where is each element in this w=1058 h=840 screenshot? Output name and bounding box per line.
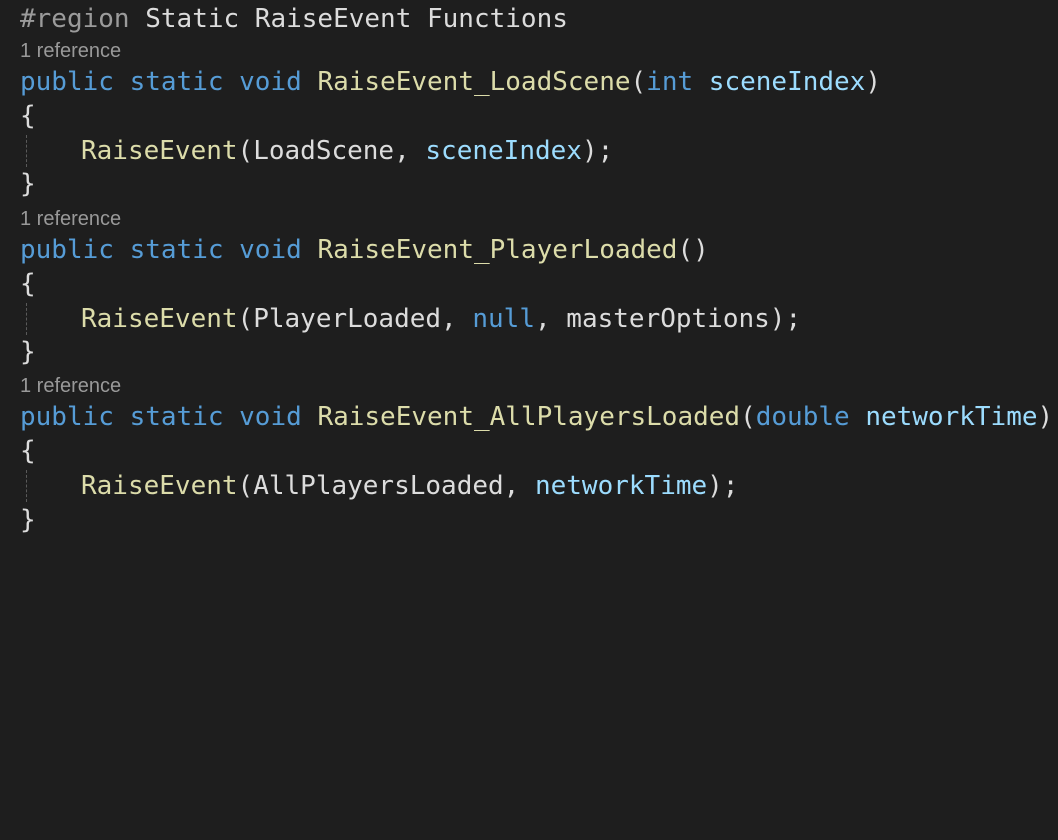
codelens-references[interactable]: 1 reference xyxy=(20,38,121,64)
method-signature: public static void RaiseEvent_PlayerLoad… xyxy=(20,235,709,265)
open-brace: { xyxy=(20,269,36,299)
keyword-void: void xyxy=(239,67,302,97)
call-arg: LoadScene xyxy=(253,136,395,166)
close-brace: } xyxy=(20,337,36,367)
method-name: RaiseEvent_PlayerLoaded xyxy=(317,235,678,265)
method-body-statement: RaiseEvent(LoadScene, sceneIndex); xyxy=(81,136,614,166)
method-signature: public static void RaiseEvent_AllPlayers… xyxy=(20,402,1054,432)
indent-guide xyxy=(26,135,27,167)
param-name: sceneIndex xyxy=(708,67,866,97)
indent-guide xyxy=(26,470,27,502)
call-arg: masterOptions xyxy=(566,304,770,334)
keyword-static: static xyxy=(129,235,224,265)
method-signature: public static void RaiseEvent_LoadScene(… xyxy=(20,67,881,97)
codelens-references[interactable]: 1 reference xyxy=(20,206,121,232)
param-name: networkTime xyxy=(865,402,1038,432)
keyword-public: public xyxy=(20,235,114,265)
method-name: RaiseEvent_LoadScene xyxy=(317,67,631,97)
call-name: RaiseEvent xyxy=(81,471,238,501)
keyword-void: void xyxy=(239,402,302,432)
close-brace: } xyxy=(20,505,36,535)
open-brace: { xyxy=(20,436,36,466)
keyword-public: public xyxy=(20,67,114,97)
indent-guide xyxy=(26,303,27,335)
call-arg: AllPlayersLoaded xyxy=(253,471,504,501)
method-name: RaiseEvent_AllPlayersLoaded xyxy=(317,402,741,432)
param-type: int xyxy=(646,67,694,97)
close-brace: } xyxy=(20,169,36,199)
call-name: RaiseEvent xyxy=(81,304,238,334)
call-name: RaiseEvent xyxy=(81,136,238,166)
region-line: #region Static RaiseEvent Functions xyxy=(20,2,568,36)
open-brace: { xyxy=(20,101,36,131)
region-directive: #region xyxy=(20,4,130,34)
call-arg-param: networkTime xyxy=(534,471,708,501)
keyword-public: public xyxy=(20,402,114,432)
keyword-void: void xyxy=(239,235,302,265)
keyword-static: static xyxy=(129,67,224,97)
param-type: double xyxy=(755,402,850,432)
call-arg: PlayerLoaded xyxy=(253,304,442,334)
code-editor[interactable]: #region Static RaiseEvent Functions 1 re… xyxy=(20,0,1058,538)
method-body-statement: RaiseEvent(AllPlayersLoaded, networkTime… xyxy=(81,471,739,501)
null-keyword: null xyxy=(472,304,535,334)
call-arg-param: sceneIndex xyxy=(425,136,582,166)
codelens-references[interactable]: 1 reference xyxy=(20,373,121,399)
region-name: Static RaiseEvent Functions xyxy=(145,4,568,34)
method-body-statement: RaiseEvent(PlayerLoaded, null, masterOpt… xyxy=(81,304,802,334)
keyword-static: static xyxy=(129,402,224,432)
